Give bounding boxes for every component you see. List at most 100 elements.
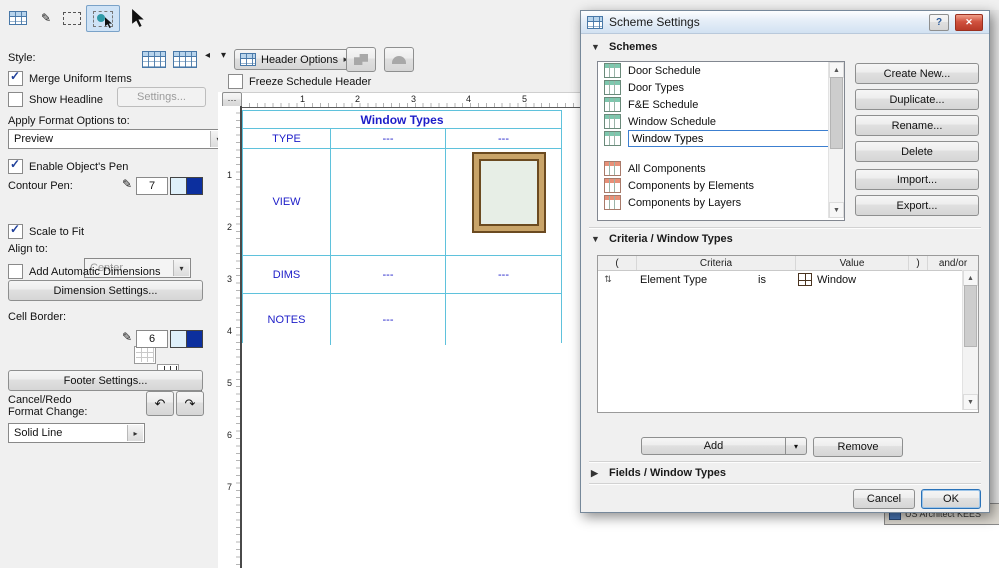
scheme-rename-input[interactable] [628, 130, 841, 147]
criteria-name-cell[interactable]: Element Type [636, 274, 758, 286]
scroll-down-icon[interactable]: ▼ [967, 399, 974, 406]
enable-objects-pen-checkbox[interactable]: ✓ Enable Object's Pen [8, 157, 128, 174]
headline-settings-button[interactable]: Settings... [117, 87, 206, 107]
drag-handle-icon[interactable]: ⇅ [598, 274, 618, 285]
dimension-settings-button[interactable]: Dimension Settings... [8, 280, 203, 301]
border-pen-color-swatch[interactable] [170, 330, 203, 348]
selection-area-icon [93, 10, 113, 28]
panel-collapse-arrow[interactable]: ◂ [205, 50, 210, 61]
help-button[interactable]: ? [929, 13, 949, 31]
marquee-tool-button[interactable] [58, 5, 86, 31]
checkbox-icon [8, 92, 23, 107]
check-icon: ✓ [10, 157, 21, 171]
scheme-list-scrollbar[interactable]: ▲ ▼ [828, 62, 844, 218]
scheme-list-item[interactable]: All Components [598, 160, 844, 177]
settings-button-label: Settings... [137, 91, 186, 103]
add-button[interactable]: Add [641, 437, 786, 455]
duplicate-button[interactable]: Duplicate... [855, 89, 979, 110]
cancel-button[interactable]: Cancel [853, 489, 915, 509]
footer-settings-button[interactable]: Footer Settings... [8, 370, 203, 391]
ok-button[interactable]: OK [921, 489, 981, 509]
scheme-list-item[interactable]: Components by Layers [598, 194, 844, 211]
scheme-list-item[interactable]: Door Types [598, 79, 844, 96]
style-grid-button-1[interactable] [139, 47, 169, 71]
schedule-toolbar-button-2[interactable] [384, 47, 414, 72]
dialog-title: Scheme Settings [609, 15, 700, 29]
header-options-button[interactable]: Header Options ▸ [234, 49, 354, 70]
flyout-arrow-icon: ▸ [127, 425, 143, 441]
redo-format-button[interactable]: ↷ [176, 391, 204, 416]
scheme-list-item-selected[interactable] [598, 130, 844, 147]
add-automatic-dimensions-label: Add Automatic Dimensions [29, 265, 161, 278]
scheme-list-item[interactable]: Window Schedule [598, 113, 844, 130]
undo-format-button[interactable]: ↶ [146, 391, 174, 416]
border-pen-number[interactable]: 6 [136, 330, 168, 348]
table-row[interactable]: NOTES --- [243, 294, 561, 345]
contour-pen-number[interactable]: 7 [136, 177, 168, 195]
scroll-down-icon[interactable]: ▼ [833, 207, 840, 214]
pen-tool-button[interactable]: ✎ [32, 5, 60, 31]
schedule-toolbar-button-1[interactable] [346, 47, 376, 72]
area-select-tool-button[interactable] [86, 5, 120, 32]
freeze-schedule-header-label: Freeze Schedule Header [249, 75, 372, 88]
delete-button[interactable]: Delete [855, 141, 979, 162]
import-button[interactable]: Import... [855, 169, 979, 190]
table-title-row: Window Types [243, 111, 561, 129]
export-button[interactable]: Export... [855, 195, 979, 216]
style-grid-button-2[interactable] [170, 47, 200, 71]
scroll-up-icon[interactable]: ▲ [967, 275, 974, 282]
cell-value: --- [331, 294, 446, 345]
cancel-label: Cancel [866, 493, 902, 505]
scale-to-fit-checkbox[interactable]: ✓ Scale to Fit [8, 222, 84, 239]
dialog-icon [587, 15, 603, 29]
export-label: Export... [896, 199, 938, 212]
scheme-settings-dialog: Scheme Settings ? ✕ ▼ Schemes Door Sched… [580, 10, 990, 513]
rename-button[interactable]: Rename... [855, 115, 979, 136]
add-dropdown-arrow[interactable]: ▾ [786, 437, 807, 455]
panel-splitter-arrow[interactable]: ▾ [221, 50, 226, 61]
palette-icon [9, 11, 27, 25]
add-automatic-dimensions-checkbox[interactable]: Add Automatic Dimensions [8, 264, 160, 279]
show-headline-checkbox[interactable]: Show Headline [8, 92, 103, 107]
criteria-value-cell[interactable]: Window [798, 273, 910, 286]
cell-border-none-button[interactable] [134, 346, 156, 364]
checkbox-icon [8, 264, 23, 279]
criteria-row[interactable]: ⇅ Element Type is Window [598, 271, 978, 288]
ruler-number: 1 [300, 94, 306, 104]
fields-section-header[interactable]: ▶ Fields / Window Types [591, 467, 726, 479]
criteria-section-header[interactable]: ▼ Criteria / Window Types [591, 233, 733, 245]
merge-uniform-items-checkbox[interactable]: ✓ Merge Uniform Items [8, 69, 132, 86]
table-row[interactable]: TYPE --- --- [243, 129, 561, 149]
palette-tool-button[interactable] [4, 5, 32, 31]
cancel-redo-label-line1: Cancel/Redo [8, 394, 72, 406]
duplicate-label: Duplicate... [889, 93, 945, 106]
dialog-titlebar[interactable]: Scheme Settings ? ✕ [581, 11, 989, 34]
close-button[interactable]: ✕ [955, 13, 983, 31]
scheme-list[interactable]: Door Schedule Door Types F&E Schedule Wi… [597, 61, 845, 221]
ruler-number: 5 [522, 94, 528, 104]
dimension-settings-label: Dimension Settings... [53, 284, 158, 297]
horizontal-ruler[interactable]: 1 2 3 4 5 [242, 92, 580, 108]
table-style-icon [142, 50, 166, 68]
table-style-alt-icon [173, 50, 197, 68]
scroll-up-icon[interactable]: ▲ [833, 67, 840, 74]
remove-button[interactable]: Remove [813, 437, 903, 457]
show-headline-label: Show Headline [29, 93, 103, 106]
apply-format-dropdown[interactable]: Preview ▾ [8, 129, 228, 149]
arrow-tool-button[interactable] [124, 4, 154, 33]
section-divider [589, 227, 981, 229]
add-split-button[interactable]: Add ▾ [641, 437, 807, 455]
line-type-dropdown[interactable]: Solid Line ▸ [8, 423, 145, 443]
ok-label: OK [943, 493, 959, 505]
criteria-scrollbar[interactable]: ▲ ▼ [962, 270, 978, 410]
freeze-schedule-header-checkbox[interactable]: Freeze Schedule Header [228, 74, 371, 89]
criteria-operator-cell[interactable]: is [758, 274, 798, 286]
vertical-ruler[interactable]: 1 2 3 4 5 6 7 8 [222, 106, 241, 568]
scheme-list-item[interactable]: F&E Schedule [598, 96, 844, 113]
table-row[interactable]: DIMS --- --- [243, 256, 561, 294]
scheme-list-item[interactable]: Components by Elements [598, 177, 844, 194]
create-new-button[interactable]: Create New... [855, 63, 979, 84]
schemes-section-header[interactable]: ▼ Schemes [591, 41, 657, 53]
scheme-list-item[interactable]: Door Schedule [598, 62, 844, 79]
contour-pen-color-swatch[interactable] [170, 177, 203, 195]
